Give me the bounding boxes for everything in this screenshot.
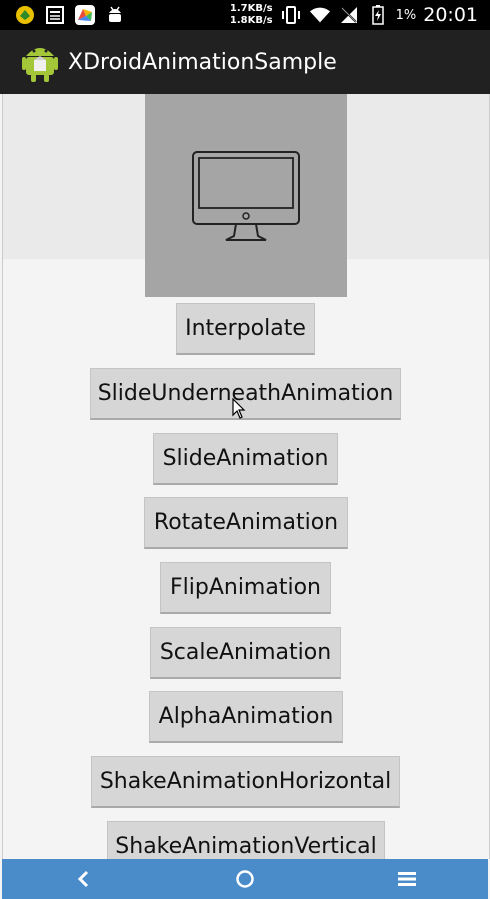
android-app-icon: [22, 42, 58, 82]
app-notification-icon: [14, 4, 36, 26]
browser-icon: [74, 4, 96, 26]
net-up-speed: 1.7KB/s: [229, 3, 273, 14]
interpolate-button[interactable]: Interpolate: [176, 303, 315, 355]
mouse-cursor-icon: [232, 397, 246, 420]
menu-icon: [398, 872, 416, 886]
home-icon: [236, 870, 254, 888]
main-content: Interpolate SlideUnderneathAnimation Sli…: [2, 94, 490, 859]
no-sim-icon: [338, 4, 360, 26]
animation-preview: [145, 94, 347, 297]
action-bar: XDroidAnimationSample: [0, 30, 490, 94]
alpha-animation-button[interactable]: AlphaAnimation: [149, 691, 343, 743]
vibrate-icon: [280, 4, 302, 26]
clock: 20:01: [423, 4, 478, 26]
flip-animation-button[interactable]: FlipAnimation: [160, 562, 331, 614]
wifi-icon: [309, 4, 331, 26]
rotate-animation-button[interactable]: RotateAnimation: [144, 497, 348, 549]
back-button[interactable]: [53, 859, 113, 899]
net-down-speed: 1.8KB/s: [229, 15, 273, 26]
desktop-monitor-icon: [192, 150, 300, 241]
back-icon: [77, 870, 89, 888]
status-bar: 1.7KB/s 1.8KB/s 1% 20:01: [0, 0, 490, 30]
android-debug-icon: [104, 4, 126, 26]
scale-animation-button[interactable]: ScaleAnimation: [150, 627, 341, 679]
slide-animation-button[interactable]: SlideAnimation: [153, 433, 338, 485]
shake-animation-vertical-button[interactable]: ShakeAnimationVertical: [107, 821, 385, 859]
battery-charging-icon: [367, 4, 389, 26]
battery-percent: 1%: [395, 7, 417, 23]
navigation-bar: [2, 859, 488, 899]
home-button[interactable]: [215, 859, 275, 899]
shake-animation-horizontal-button[interactable]: ShakeAnimationHorizontal: [91, 756, 400, 808]
network-speed: 1.7KB/s 1.8KB/s: [230, 3, 273, 27]
news-icon: [44, 4, 66, 26]
app-title: XDroidAnimationSample: [68, 49, 337, 75]
menu-button[interactable]: [377, 859, 437, 899]
